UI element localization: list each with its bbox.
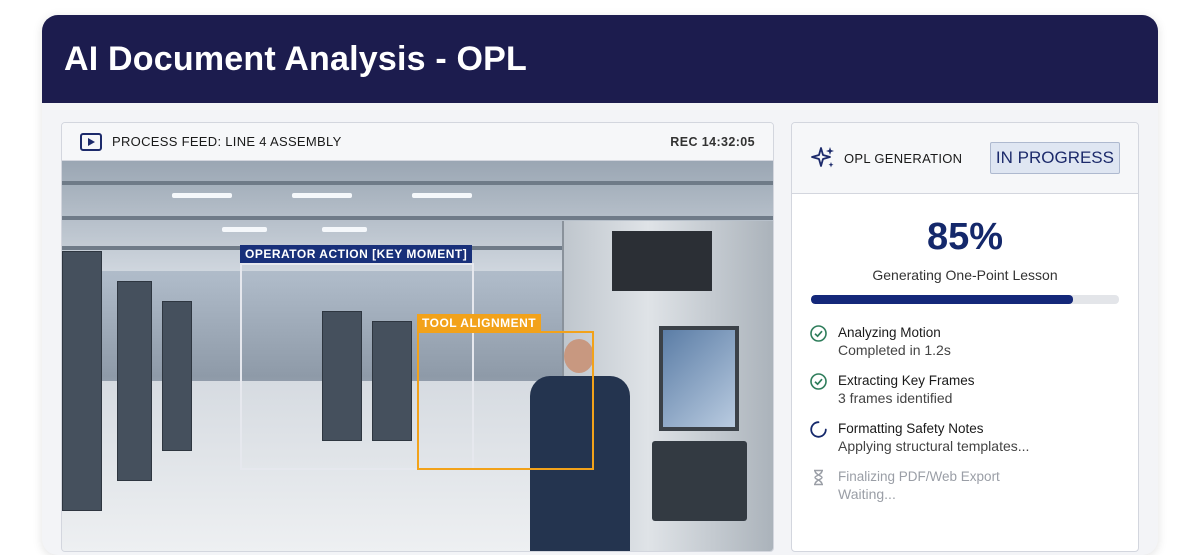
machine-control-screen: [659, 326, 739, 431]
hourglass-icon: [810, 469, 827, 486]
tool-alignment-label: TOOL ALIGNMENT: [417, 314, 542, 332]
factory-video-frame[interactable]: OPERATOR ACTION [KEY MOMENT] TOOL ALIGNM…: [62, 161, 773, 551]
opl-generation-panel: OPL GENERATION IN PROGRESS 85% Generatin…: [791, 122, 1139, 552]
step-detail: Waiting...: [838, 486, 896, 502]
shelving-rack: [162, 301, 192, 451]
ceiling-beam: [62, 181, 773, 185]
step-item: Analyzing Motion Completed in 1.2s: [810, 324, 1138, 372]
shelving-rack: [117, 281, 152, 481]
step-title: Extracting Key Frames: [838, 373, 975, 388]
tool-alignment-bounding-box[interactable]: [417, 331, 594, 470]
app-card: AI Document Analysis - OPL PROCESS FEED:…: [42, 15, 1158, 555]
ceiling-light: [222, 227, 267, 232]
step-title: Formatting Safety Notes: [838, 421, 984, 436]
progress-bar: [811, 295, 1119, 304]
app-header: AI Document Analysis - OPL: [42, 15, 1158, 103]
video-play-icon[interactable]: [80, 132, 102, 151]
page-title: AI Document Analysis - OPL: [64, 39, 528, 78]
feed-title: PROCESS FEED: LINE 4 ASSEMBLY: [112, 134, 342, 149]
status-badge: IN PROGRESS: [989, 142, 1120, 174]
operator-action-label: OPERATOR ACTION [KEY MOMENT]: [240, 245, 473, 263]
spinner-icon: [810, 421, 827, 438]
check-circle-icon: [810, 325, 827, 342]
feed-toolbar: PROCESS FEED: LINE 4 ASSEMBLY REC 14:32:…: [62, 123, 773, 161]
machine-keypad: [652, 441, 747, 521]
step-title: Finalizing PDF/Web Export: [838, 469, 1000, 484]
recording-timestamp: REC 14:32:05: [670, 134, 755, 149]
check-circle-icon: [810, 373, 827, 390]
shelving-rack: [62, 251, 102, 511]
ceiling-light: [412, 193, 472, 198]
process-feed-panel: PROCESS FEED: LINE 4 ASSEMBLY REC 14:32:…: [61, 122, 774, 552]
step-detail: 3 frames identified: [838, 390, 953, 406]
cnc-machine-top: [612, 231, 712, 291]
ceiling-light: [322, 227, 367, 232]
step-list: Analyzing Motion Completed in 1.2s Extra…: [792, 324, 1138, 516]
ceiling-light: [292, 193, 352, 198]
ceiling-beam: [62, 216, 773, 220]
step-item: Formatting Safety Notes Applying structu…: [810, 420, 1138, 468]
ceiling-light: [172, 193, 232, 198]
step-item: Finalizing PDF/Web Export Waiting...: [810, 468, 1138, 516]
step-title: Analyzing Motion: [838, 325, 941, 340]
step-detail: Applying structural templates...: [838, 438, 1030, 454]
step-detail: Completed in 1.2s: [838, 342, 951, 358]
panel-title: OPL GENERATION: [844, 150, 963, 166]
progress-bar-fill: [811, 295, 1073, 304]
step-item: Extracting Key Frames 3 frames identifie…: [810, 372, 1138, 420]
progress-percent: 85%: [926, 216, 1004, 258]
sparkle-icon: [810, 145, 836, 171]
progress-subtitle: Generating One-Point Lesson: [872, 267, 1058, 283]
panel-header: OPL GENERATION IN PROGRESS: [792, 123, 1138, 194]
